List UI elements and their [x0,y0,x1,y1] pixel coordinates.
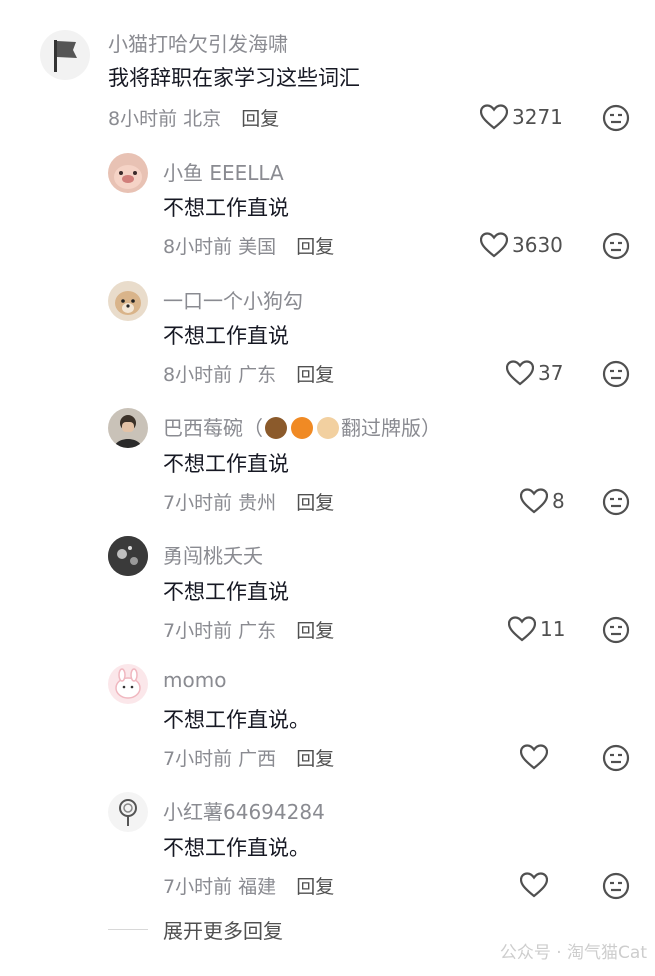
comment-location: 广东 [238,620,277,642]
comment-time: 7小时前 [163,620,233,642]
reply-button[interactable]: 回复 [296,876,334,898]
like-count: 37 [538,361,564,385]
flag-avatar-icon [54,40,77,72]
avatar[interactable] [108,792,148,832]
username-suffix: 翻过牌版） [341,416,441,440]
puppy-avatar-icon [115,291,141,315]
meh-face-icon[interactable] [602,744,630,772]
face-photo-icon [114,165,142,189]
comment-text: 不想工作直说 [163,452,289,476]
like-count: 8 [552,489,565,513]
avatar[interactable] [108,536,148,576]
username[interactable]: momo [163,668,226,692]
comment-time: 7小时前 [163,492,233,514]
reply-button[interactable]: 回复 [296,492,334,514]
comment-time: 7小时前 [163,748,233,770]
comment-text: 不想工作直说 [163,324,289,348]
heart-outline-icon [506,360,534,386]
meh-face-icon[interactable] [602,104,630,132]
comment-location: 福建 [238,876,277,898]
heart-outline-icon [508,616,536,642]
heart-outline-icon [480,232,508,258]
comment-text: 不想工作直说。 [163,836,310,860]
like-button[interactable]: 37 [506,360,563,386]
heart-outline-icon [520,872,548,898]
comment-time: 7小时前 [163,876,233,898]
divider [108,929,148,930]
like-button[interactable]: 11 [508,616,565,642]
like-button[interactable] [520,744,552,770]
username[interactable]: 一口一个小狗勾 [163,285,303,314]
dark-photo-icon [108,536,148,576]
person-photo-icon [114,415,142,448]
like-button[interactable] [520,872,552,898]
comment-time: 8小时前 [163,236,233,258]
comment-time: 8小时前 [108,108,178,130]
expand-more-replies-button[interactable]: 展开更多回复 [163,915,283,944]
comment-location: 北京 [183,108,222,130]
like-button[interactable]: 3630 [480,232,563,258]
comment-time: 8小时前 [163,364,233,386]
heart-outline-icon [480,104,508,130]
comment-location: 广东 [238,364,277,386]
comment-text: 我将辞职在家学习这些词汇 [108,66,360,90]
avatar[interactable] [108,153,148,193]
meh-face-icon[interactable] [602,872,630,900]
meh-face-icon[interactable] [602,360,630,388]
like-count: 3630 [512,233,563,257]
heart-outline-icon [520,488,548,514]
username-prefix: 巴西莓碗（ [163,416,263,440]
dog-emoji-icon [317,417,339,439]
reply-button[interactable]: 回复 [241,108,279,130]
meh-face-icon[interactable] [602,232,630,260]
meh-face-icon[interactable] [602,488,630,516]
username[interactable]: 小鱼 EEELLA [163,157,284,186]
watermark: 公众号 · 淘气猫Cat [499,943,647,963]
avatar[interactable] [40,30,90,80]
comment-location: 贵州 [238,492,277,514]
bunny-avatar-icon [115,668,141,699]
username[interactable]: 勇闯桃夭夭 [163,540,263,569]
meh-face-icon[interactable] [602,616,630,644]
horse-emoji-icon [265,417,287,439]
like-button[interactable]: 3271 [480,104,563,130]
avatar[interactable] [108,281,148,321]
like-count: 11 [540,617,566,641]
reply-button[interactable]: 回复 [296,364,334,386]
comment-location: 美国 [238,236,277,258]
avatar[interactable] [108,408,148,448]
lollipop-avatar-icon [119,799,137,826]
reply-button[interactable]: 回复 [296,236,334,258]
avatar[interactable] [108,664,148,704]
comment-text: 不想工作直说 [163,196,289,220]
reply-button[interactable]: 回复 [296,620,334,642]
username[interactable]: 小红薯64694284 [163,796,325,825]
heart-outline-icon [520,744,548,770]
like-button[interactable]: 8 [520,488,565,514]
comment-location: 广西 [238,748,277,770]
comment-text: 不想工作直说。 [163,708,310,732]
username[interactable]: 小猫打哈欠引发海啸 [108,28,288,57]
like-count: 3271 [512,105,563,129]
fox-emoji-icon [291,417,313,439]
reply-button[interactable]: 回复 [296,748,334,770]
username[interactable]: 巴西莓碗（ 翻过牌版） [163,412,441,441]
comment-text: 不想工作直说 [163,580,289,604]
